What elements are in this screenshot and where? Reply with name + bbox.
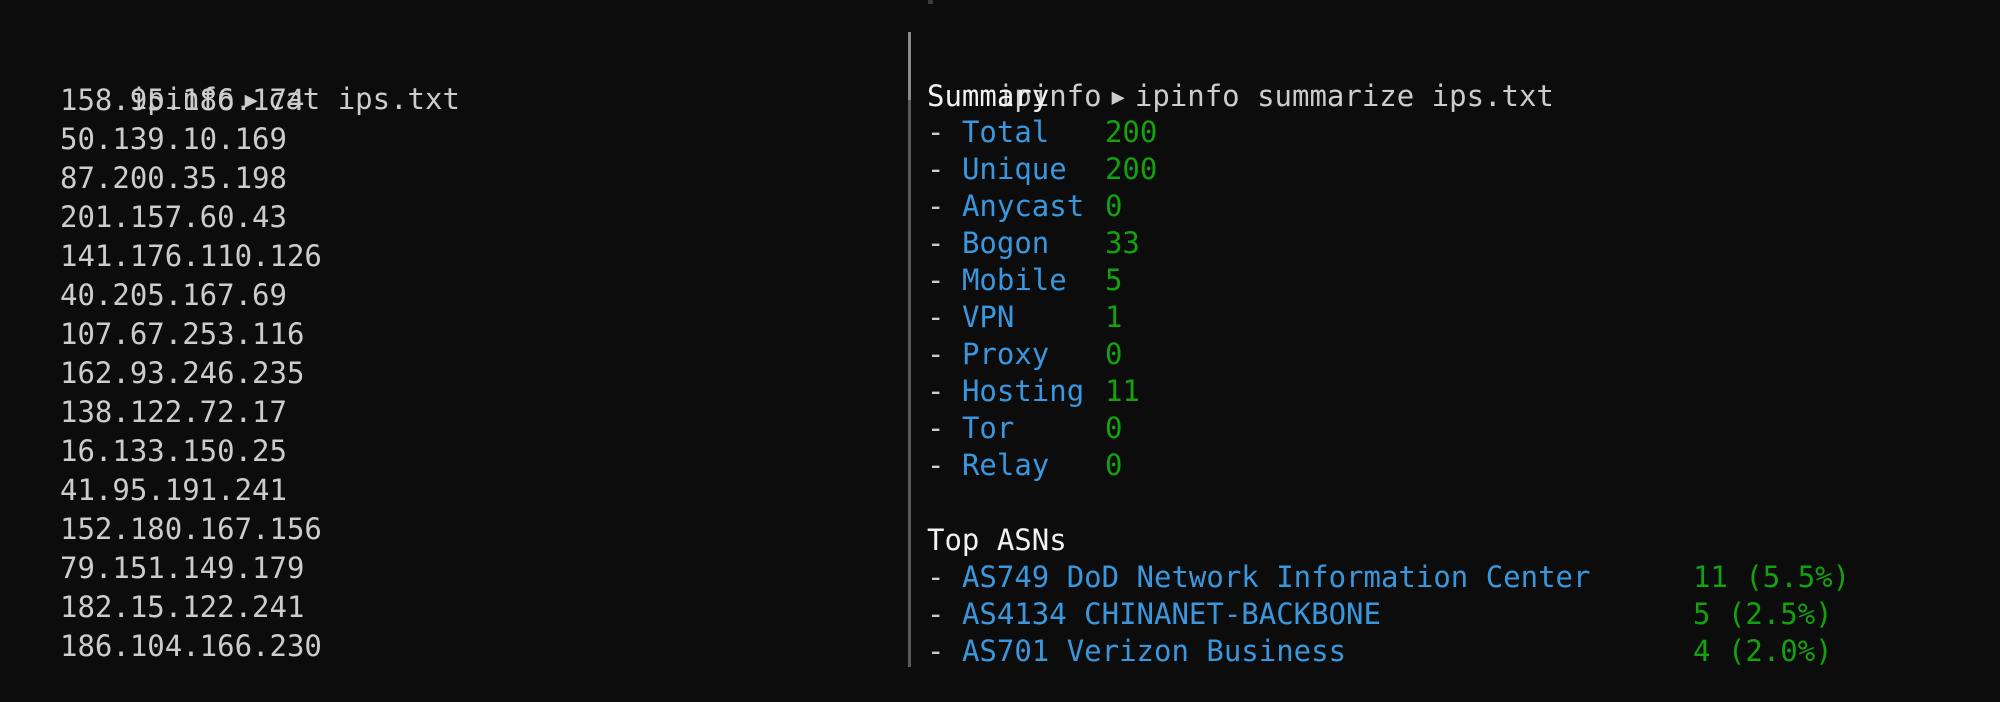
ip-address-line: 41.95.191.241 <box>60 473 287 507</box>
pane-divider-highlight <box>908 32 911 100</box>
summary-row: - Tor 0 <box>927 410 1122 447</box>
asn-name: AS4134 CHINANET-BACKBONE <box>961 597 1381 631</box>
summary-key: Relay <box>961 448 1050 482</box>
asn-count: 11 (5.5%) <box>1692 560 1851 594</box>
terminal-pane-right[interactable]: ipinfo ▶ ipinfo summarize ips.txt Summary … <box>912 0 2000 702</box>
ip-address-line: 182.15.122.241 <box>60 590 305 624</box>
summary-row: - Anycast 0 <box>927 188 1122 225</box>
summary-row: - Hosting 11 <box>927 373 1140 410</box>
summary-key: Proxy <box>961 337 1050 371</box>
prompt-line: ipinfo ▶ ipinfo summarize ips.txt <box>927 41 1554 113</box>
list-dash: - <box>927 263 945 297</box>
terminal-pane-left[interactable]: ipinfo ▶ cat ips.txt 158.95.186.174 50.139.… <box>0 0 908 702</box>
list-dash: - <box>927 411 945 445</box>
summary-row: - VPN 1 <box>927 299 1122 336</box>
summary-key: VPN <box>961 300 1015 334</box>
asn-row: - AS749 DoD Network Information Center 11… <box>927 559 1850 596</box>
summary-row: - Mobile 5 <box>927 262 1122 299</box>
summary-value: 11 <box>1104 374 1140 408</box>
ip-address-line: 162.93.246.235 <box>60 356 305 390</box>
list-dash: - <box>927 226 945 260</box>
summary-key: Total <box>961 115 1050 149</box>
list-dash: - <box>927 189 945 223</box>
ip-address-line: 107.67.253.116 <box>60 317 305 351</box>
ip-address-line: 16.133.150.25 <box>60 434 287 468</box>
summary-value: 200 <box>1104 152 1158 186</box>
summary-row: - Relay 0 <box>927 447 1122 484</box>
summary-key: Bogon <box>961 226 1050 260</box>
summary-value: 0 <box>1104 337 1123 371</box>
list-dash: - <box>927 560 945 594</box>
prompt-command: ipinfo summarize ips.txt <box>1134 79 1554 113</box>
asn-count: 4 (2.0%) <box>1692 634 1833 668</box>
summary-key: Tor <box>961 411 1015 445</box>
summary-heading: Summary <box>927 79 1050 113</box>
asn-row: - AS4134 CHINANET-BACKBONE 5 (2.5%) <box>927 596 1833 633</box>
asn-count: 5 (2.5%) <box>1692 597 1833 631</box>
ip-address-line: 141.176.110.126 <box>60 239 322 273</box>
ip-address-line: 40.205.167.69 <box>60 278 287 312</box>
summary-key: Mobile <box>961 263 1067 297</box>
asn-row: - AS701 Verizon Business 4 (2.0%) <box>927 633 1833 670</box>
summary-value: 0 <box>1104 448 1123 482</box>
summary-row: - Unique 200 <box>927 151 1157 188</box>
ip-address-line: 138.122.72.17 <box>60 395 287 429</box>
list-dash: - <box>927 300 945 334</box>
summary-row: - Proxy 0 <box>927 336 1122 373</box>
ip-address-line: 186.104.166.230 <box>60 629 322 663</box>
list-dash: - <box>927 337 945 371</box>
summary-row: - Bogon 33 <box>927 225 1140 262</box>
summary-key: Unique <box>961 152 1067 186</box>
ip-address-line: 201.157.60.43 <box>60 200 287 234</box>
ip-address-line: 152.180.167.156 <box>60 512 322 546</box>
summary-key: Hosting <box>961 374 1085 408</box>
asn-name: AS701 Verizon Business <box>961 634 1347 668</box>
ip-address-line: 79.151.149.179 <box>60 551 305 585</box>
list-dash: - <box>927 115 945 149</box>
summary-key: Anycast <box>961 189 1085 223</box>
pane-divider[interactable] <box>908 32 911 667</box>
ip-address-line: 87.200.35.198 <box>60 161 287 195</box>
summary-value: 1 <box>1104 300 1123 334</box>
list-dash: - <box>927 597 945 631</box>
asn-heading: Top ASNs <box>927 523 1067 557</box>
ip-address-line: 158.95.186.174 <box>60 83 305 117</box>
summary-value: 0 <box>1104 189 1123 223</box>
summary-value: 5 <box>1104 263 1123 297</box>
list-dash: - <box>927 374 945 408</box>
summary-value: 0 <box>1104 411 1123 445</box>
ip-address-line: 50.139.10.169 <box>60 122 287 156</box>
list-dash: - <box>927 448 945 482</box>
summary-value: 200 <box>1104 115 1158 149</box>
summary-value: 33 <box>1104 226 1140 260</box>
prompt-arrow-icon: ▶ <box>1111 85 1125 110</box>
list-dash: - <box>927 634 945 668</box>
asn-name: AS749 DoD Network Information Center <box>961 560 1591 594</box>
prompt-line: ipinfo ▶ cat ips.txt <box>60 44 460 116</box>
summary-row: - Total 200 <box>927 114 1157 151</box>
list-dash: - <box>927 152 945 186</box>
